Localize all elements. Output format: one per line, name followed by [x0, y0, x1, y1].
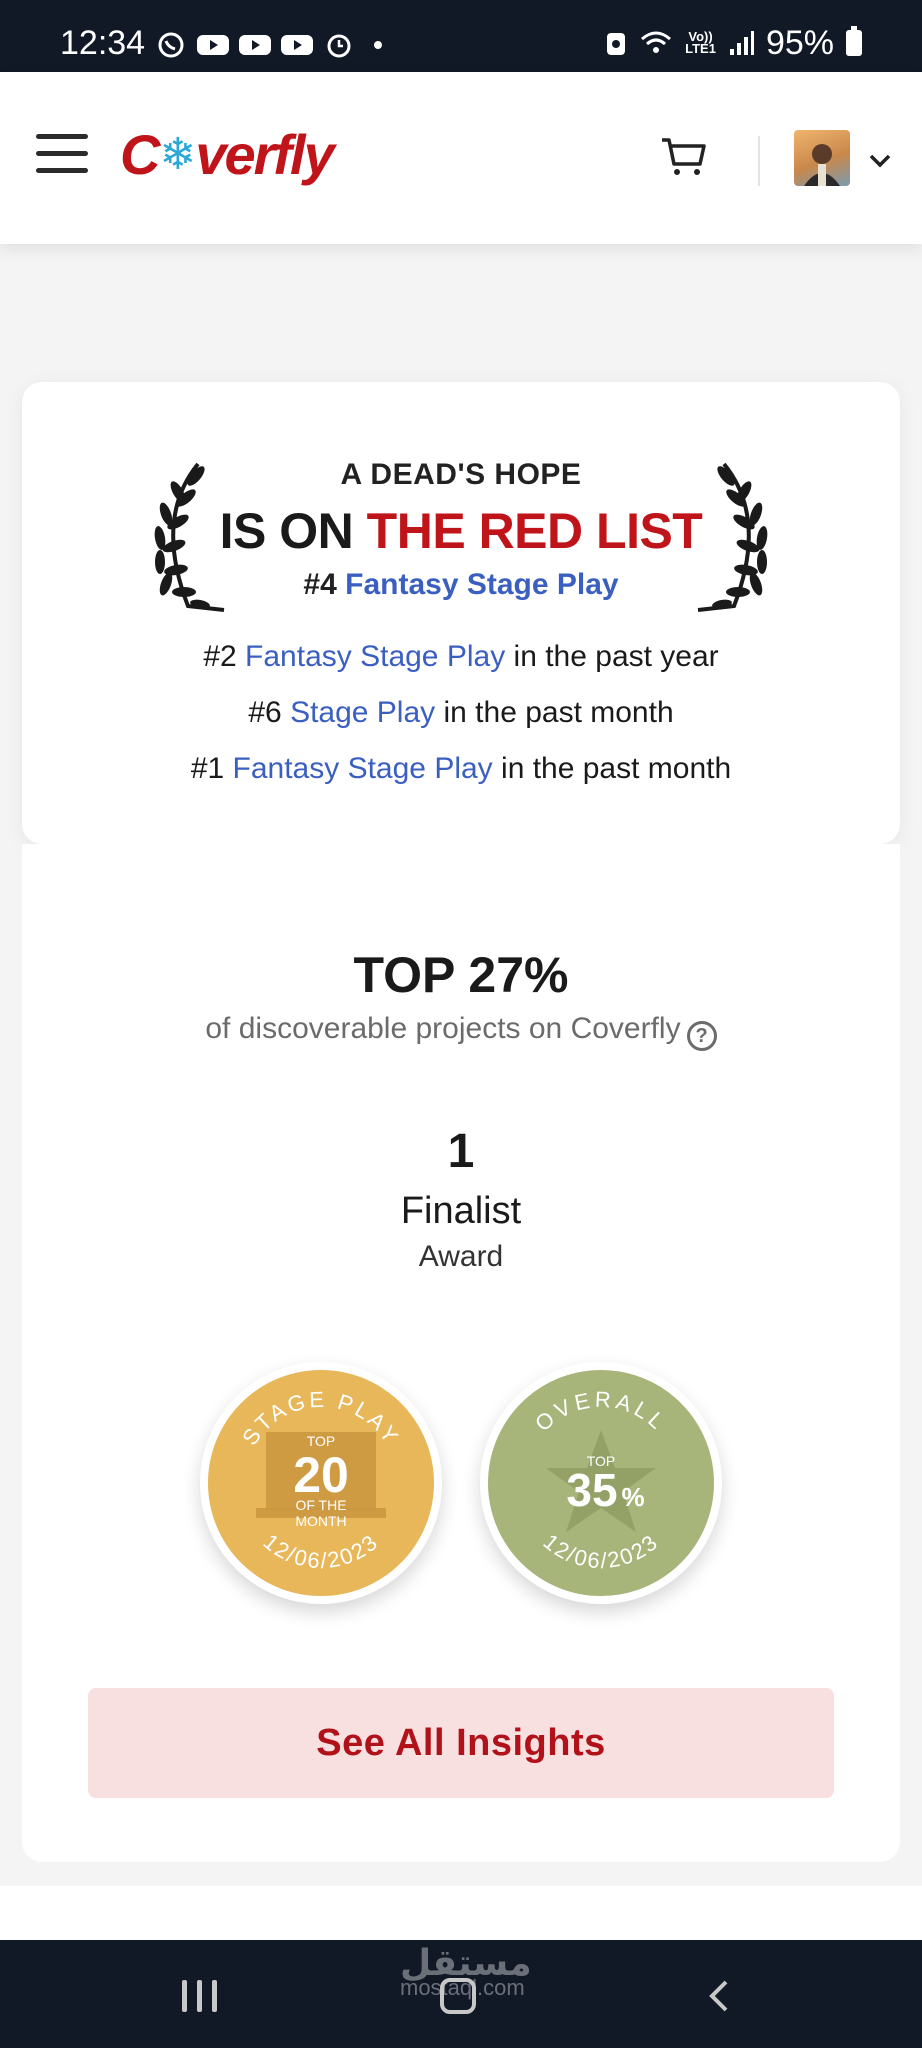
system-nav-bar: مستقل mostaql.com — [0, 1940, 922, 2048]
ranking-number: #6 — [248, 696, 291, 729]
snowflake-icon: ❄ — [159, 130, 196, 179]
logo-text-start: C — [120, 123, 160, 186]
award-count: 1 — [447, 1125, 475, 1178]
main-rank: #4 Fantasy Stage Play — [22, 568, 900, 602]
headline-prefix: IS ON — [219, 503, 367, 559]
stage-play-badge[interactable]: STAGE PLAY TOP 20 OF THE MONTH 12/06/202… — [200, 1362, 442, 1604]
ranking-number: #1 — [190, 752, 233, 785]
ranking-period: in the past month — [492, 752, 732, 785]
cart-icon[interactable] — [660, 134, 708, 178]
battery-saver-icon — [607, 33, 626, 55]
ranking-period: in the past year — [505, 640, 719, 673]
main-rank-number: #4 — [303, 568, 346, 601]
badge-date: 12/06/2023 — [539, 1529, 662, 1573]
insights-card: TOP 27% of discoverable projects on Cove… — [22, 844, 900, 1862]
top-percent-subtitle: of discoverable projects on Coverfly? — [22, 1012, 900, 1051]
network-label: Vo)) LTE1 — [685, 29, 716, 56]
notification-icons — [154, 32, 382, 58]
youtube-icon — [239, 35, 271, 55]
coverfly-logo[interactable]: C ❄ verfly — [120, 122, 335, 187]
badge-date: 12/06/2023 — [259, 1529, 382, 1573]
ranking-row: #2 Fantasy Stage Play in the past year — [22, 640, 900, 674]
wifi-icon — [641, 31, 672, 53]
headline-highlight: THE RED LIST — [366, 503, 703, 559]
youtube-icon — [197, 35, 229, 55]
status-bar: 12:34 Vo)) LTE1 95% — [0, 0, 922, 72]
more-notifications-dot — [374, 41, 382, 49]
logo-text-end: verfly — [195, 123, 334, 186]
ranking-category-link[interactable]: Fantasy Stage Play — [233, 752, 493, 785]
badge-unit: % — [621, 1482, 644, 1512]
whatsapp-icon — [158, 32, 184, 58]
chevron-down-icon[interactable] — [868, 148, 892, 172]
main-rank-category-link[interactable]: Fantasy Stage Play — [345, 568, 618, 601]
header-divider — [758, 136, 760, 186]
project-title: A DEAD'S HOPE — [340, 458, 582, 491]
recent-apps-icon[interactable] — [182, 1980, 217, 2012]
overall-badge[interactable]: OVERALL TOP 35 % 12/06/2023 — [480, 1362, 722, 1604]
bottom-strip — [0, 1886, 922, 1940]
help-icon[interactable]: ? — [686, 1021, 717, 1051]
badge-line2: MONTH — [295, 1513, 346, 1529]
back-icon[interactable] — [704, 1978, 734, 2014]
ranking-row: #6 Stage Play in the past month — [22, 696, 900, 730]
ranking-category-link[interactable]: Stage Play — [290, 696, 435, 729]
status-right: Vo)) LTE1 95% — [605, 26, 862, 60]
red-list-headline: IS ON THE RED LIST — [22, 502, 900, 560]
top-percent: TOP 27% — [353, 947, 569, 1003]
svg-text:OVERALL: OVERALL — [530, 1387, 672, 1437]
app-header: C ❄ verfly — [0, 72, 922, 244]
top-subtitle-text: of discoverable projects on Coverfly — [205, 1012, 681, 1045]
battery-icon — [846, 26, 862, 56]
badge-value: 35 — [566, 1464, 617, 1516]
award-type: Finalist — [400, 1190, 522, 1232]
signal-icon — [729, 31, 754, 55]
avatar[interactable] — [794, 130, 850, 186]
svg-text:12/06/2023: 12/06/2023 — [259, 1529, 384, 1573]
battery-percent: 95% — [765, 24, 834, 62]
home-icon[interactable] — [440, 1978, 476, 2014]
youtube-icon — [281, 35, 313, 55]
status-time: 12:34 — [60, 24, 146, 62]
alarm-icon — [327, 34, 351, 58]
see-all-insights-button[interactable]: See All Insights — [88, 1688, 834, 1798]
ranking-period: in the past month — [435, 696, 674, 729]
ranking-number: #2 — [203, 640, 246, 673]
watermark-arabic: مستقل — [400, 1943, 532, 1984]
badge-line1: OF THE — [295, 1497, 346, 1513]
badge-arc-label: OVERALL — [530, 1387, 668, 1437]
ranking-category-link[interactable]: Fantasy Stage Play — [245, 640, 505, 673]
svg-text:12/06/2023: 12/06/2023 — [539, 1529, 664, 1573]
award-label: Award — [418, 1240, 504, 1273]
menu-icon[interactable] — [36, 134, 88, 174]
red-list-card: A DEAD'S HOPE IS ON THE RED LIST #4 Fant… — [22, 382, 900, 844]
ranking-row: #1 Fantasy Stage Play in the past month — [22, 752, 900, 786]
badge-value: 20 — [293, 1447, 349, 1503]
